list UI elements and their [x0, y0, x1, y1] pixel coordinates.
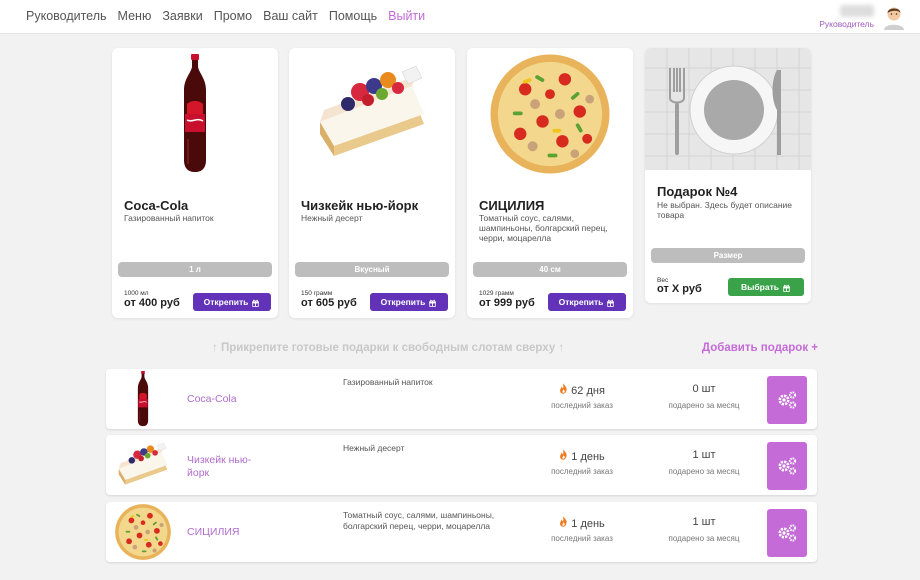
gift-icon [606, 298, 615, 307]
card-weight: 1029 грамм [479, 290, 514, 297]
card-weight: 1000 мл [124, 290, 149, 297]
gifted-count: 1 шт [692, 516, 716, 528]
last-order-days: 1 день [532, 449, 632, 463]
product-image-coca-cola [112, 48, 278, 180]
row-product-name[interactable]: Чизкейк нью-йорк [187, 454, 257, 480]
last-order-label: последний заказ [551, 534, 613, 543]
days-value: 1 день [571, 451, 605, 463]
select-button-label: Выбрать [741, 282, 779, 292]
nav-item-manager[interactable]: Руководитель [26, 9, 107, 23]
gift-list-row: Coca-Cola Газированный напиток 62 дня по… [106, 369, 817, 429]
gift-card-2: Чизкейк нью-йорк Нежный десерт Вкусный 1… [289, 48, 455, 318]
last-order-days: 1 день [532, 516, 632, 530]
pin-hint-text: ↑ Прикрепите готовые подарки к свободным… [212, 342, 565, 354]
row-product-name[interactable]: СИЦИЛИЯ [187, 526, 257, 539]
last-order-days: 62 дня [532, 383, 632, 397]
card-price: от 605 руб [301, 297, 357, 309]
row-thumbnail [106, 502, 180, 562]
last-order-label: последний заказ [551, 401, 613, 410]
row-thumbnail [106, 369, 180, 429]
settings-button[interactable] [767, 376, 807, 424]
card-title: СИЦИЛИЯ [479, 198, 545, 213]
nav-item-promo[interactable]: Промо [214, 9, 252, 23]
gifted-count: 0 шт [692, 383, 716, 395]
nav-item-menu[interactable]: Меню [118, 9, 152, 23]
days-value: 62 дня [571, 385, 605, 397]
card-description: Нежный десерт [301, 213, 363, 223]
card-weight: 150 грамм [301, 290, 333, 297]
card-price: от 999 руб [479, 297, 535, 309]
days-value: 1 день [571, 518, 605, 530]
row-description: Газированный напиток [343, 377, 433, 387]
select-button[interactable]: Выбрать [728, 278, 804, 296]
gifted-count-label: подарено за месяц [668, 534, 740, 543]
fire-icon [559, 449, 568, 460]
card-price: от 400 руб [124, 297, 180, 309]
nav-item-orders[interactable]: Заявки [162, 9, 202, 23]
user-role[interactable]: Руководитель [819, 19, 874, 29]
size-pill: 40 см [473, 262, 627, 277]
gift-list-row: Чизкейк нью-йорк Нежный десерт 1 день по… [106, 435, 817, 495]
gift-card-1: Coca-Cola Газированный напиток 1 л 1000 … [112, 48, 278, 318]
card-title: Coca-Cola [124, 198, 189, 213]
unpin-button-label: Открепить [380, 297, 426, 307]
gift-list-row: СИЦИЛИЯ Томатный соус, салями, шампиньон… [106, 502, 817, 562]
nav-item-help[interactable]: Помощь [329, 9, 377, 23]
row-thumbnail [106, 435, 180, 495]
placeholder-plate-image [645, 48, 811, 170]
settings-button[interactable] [767, 509, 807, 557]
size-pill: 1 л [118, 262, 272, 277]
product-image-pizza [467, 48, 633, 180]
nav-item-your-site[interactable]: Ваш сайт [263, 9, 318, 23]
gifted-count-label: подарено за месяц [668, 401, 740, 410]
avatar[interactable] [882, 4, 906, 30]
gears-icon [775, 454, 799, 478]
size-pill: Размер [651, 248, 805, 263]
unpin-button[interactable]: Открепить [193, 293, 271, 311]
gift-icon [782, 283, 791, 292]
top-navbar: Руководитель Меню Заявки Промо Ваш сайт … [0, 0, 920, 34]
last-order-label: последний заказ [551, 467, 613, 476]
size-pill: Вкусный [295, 262, 449, 277]
product-image-cheesecake [289, 48, 455, 180]
add-gift-button[interactable]: Добавить подарок + [702, 342, 818, 354]
card-price: от X руб [657, 283, 702, 295]
gift-card-4: Подарок №4 Не выбран. Здесь будет описан… [645, 48, 811, 303]
row-product-name[interactable]: Coca-Cola [187, 393, 257, 406]
unpin-button-label: Открепить [203, 297, 249, 307]
logout-link[interactable]: Выйти [388, 9, 425, 23]
user-name-blurred [840, 5, 874, 17]
gears-icon [775, 521, 799, 545]
gift-icon [251, 298, 260, 307]
card-description: Газированный напиток [124, 213, 214, 223]
row-description: Нежный десерт [343, 443, 405, 453]
unpin-button[interactable]: Открепить [370, 293, 448, 311]
card-title: Подарок №4 [657, 184, 738, 199]
card-title: Чизкейк нью-йорк [301, 198, 419, 213]
unpin-button[interactable]: Открепить [548, 293, 626, 311]
gifted-count-label: подарено за месяц [668, 467, 740, 476]
gift-card-3: СИЦИЛИЯ Томатный соус, салями, шампиньон… [467, 48, 633, 318]
unpin-button-label: Открепить [558, 297, 604, 307]
card-description: Томатный соус, салями, шампиньоны, болга… [479, 213, 608, 243]
fire-icon [559, 383, 568, 394]
gifted-count: 1 шт [692, 449, 716, 461]
gift-icon [428, 298, 437, 307]
row-description: Томатный соус, салями, шампиньоны, болга… [343, 510, 495, 531]
fire-icon [559, 516, 568, 527]
main-nav: Руководитель Меню Заявки Промо Ваш сайт … [26, 9, 425, 23]
settings-button[interactable] [767, 442, 807, 490]
card-description: Не выбран. Здесь будет описание товара [657, 200, 792, 220]
gears-icon [775, 388, 799, 412]
